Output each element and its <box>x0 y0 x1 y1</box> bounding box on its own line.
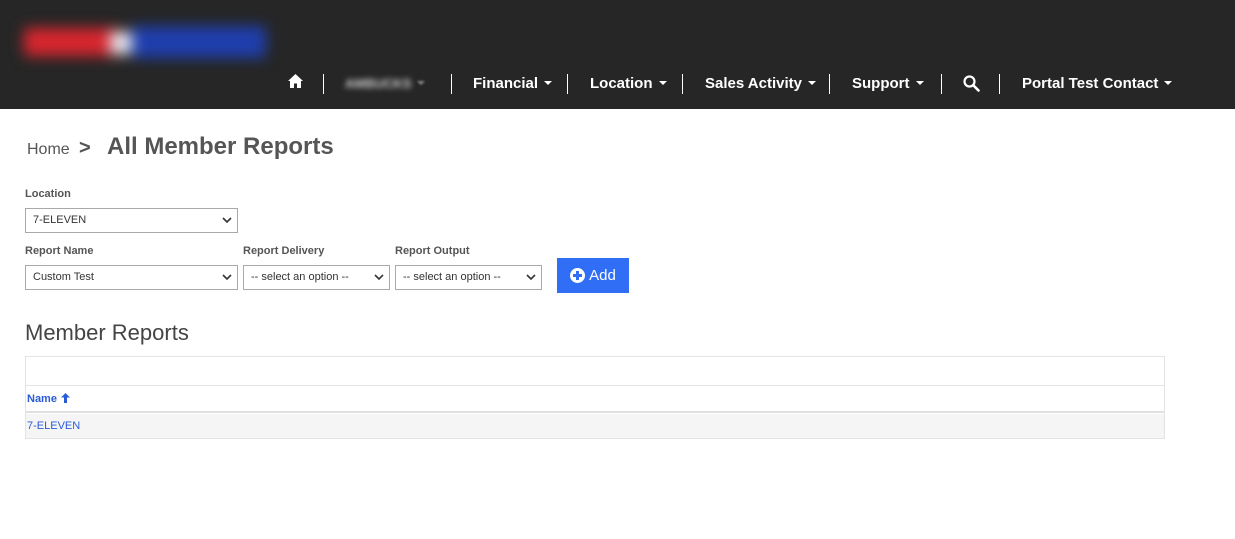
nav-divider <box>829 74 830 94</box>
chevron-down-icon <box>222 217 232 224</box>
grid-toolbar <box>26 357 1164 386</box>
nav-divider <box>682 74 683 94</box>
nav-sales-activity[interactable]: Sales Activity <box>705 72 816 96</box>
chevron-down-icon <box>544 81 553 86</box>
chevron-down-icon <box>222 274 232 281</box>
nav-account-label: AMBUCKS <box>345 76 412 91</box>
nav-support[interactable]: Support <box>852 72 924 96</box>
location-label: Location <box>25 188 71 200</box>
nav-divider <box>999 74 1000 94</box>
report-name-label: Report Name <box>25 245 94 257</box>
chevron-down-icon <box>526 274 536 281</box>
main-nav: AMBUCKS Financial Location Sales Activit… <box>0 72 1235 96</box>
report-name-select[interactable]: Custom Test <box>25 265 238 290</box>
nav-location[interactable]: Location <box>590 72 667 96</box>
add-button[interactable]: Add <box>557 258 629 293</box>
nav-financial[interactable]: Financial <box>473 72 553 96</box>
breadcrumb-separator: > <box>79 137 91 159</box>
report-delivery-select[interactable]: -- select an option -- <box>243 265 390 290</box>
chevron-down-icon <box>915 81 924 86</box>
nav-location-label: Location <box>590 75 653 92</box>
nav-divider <box>567 74 568 94</box>
brand-logo[interactable] <box>24 22 266 64</box>
chevron-down-icon <box>808 81 816 86</box>
nav-user-label: Portal Test Contact <box>1022 75 1159 92</box>
breadcrumb-home[interactable]: Home <box>27 141 70 159</box>
column-header-name-label: Name <box>27 393 57 405</box>
search-icon[interactable] <box>963 75 980 99</box>
location-select[interactable]: 7-ELEVEN <box>25 208 238 233</box>
sort-ascending-icon <box>60 393 70 403</box>
chevron-down-icon <box>417 81 426 86</box>
nav-account-menu[interactable]: AMBUCKS <box>345 72 426 96</box>
add-button-label: Add <box>589 267 616 284</box>
report-delivery-select-value: -- select an option -- <box>251 271 349 283</box>
chevron-down-icon <box>374 274 384 281</box>
chevron-down-icon <box>1164 81 1173 86</box>
report-output-label: Report Output <box>395 245 470 257</box>
home-icon[interactable] <box>287 73 304 97</box>
report-output-select[interactable]: -- select an option -- <box>395 265 542 290</box>
page-title: All Member Reports <box>107 133 334 160</box>
nav-divider <box>941 74 942 94</box>
member-reports-grid: Name 7-ELEVEN <box>25 356 1165 439</box>
nav-divider <box>323 74 324 94</box>
grid-header: Name <box>26 386 1164 413</box>
member-reports-title: Member Reports <box>25 320 189 345</box>
nav-user-menu[interactable]: Portal Test Contact <box>1022 72 1173 96</box>
top-navbar: AMBUCKS Financial Location Sales Activit… <box>0 0 1235 109</box>
column-header-name[interactable]: Name <box>27 393 70 405</box>
nav-divider <box>451 74 452 94</box>
table-row: 7-ELEVEN <box>26 414 1164 438</box>
report-output-select-value: -- select an option -- <box>403 271 501 283</box>
nav-financial-label: Financial <box>473 75 539 92</box>
nav-sales-activity-label: Sales Activity <box>705 75 802 92</box>
nav-support-label: Support <box>852 75 910 92</box>
chevron-down-icon <box>658 81 667 86</box>
plus-circle-icon <box>570 268 586 283</box>
report-delivery-label: Report Delivery <box>243 245 325 257</box>
location-select-value: 7-ELEVEN <box>33 214 87 226</box>
report-name-select-value: Custom Test <box>33 271 94 283</box>
report-link[interactable]: 7-ELEVEN <box>27 420 80 432</box>
